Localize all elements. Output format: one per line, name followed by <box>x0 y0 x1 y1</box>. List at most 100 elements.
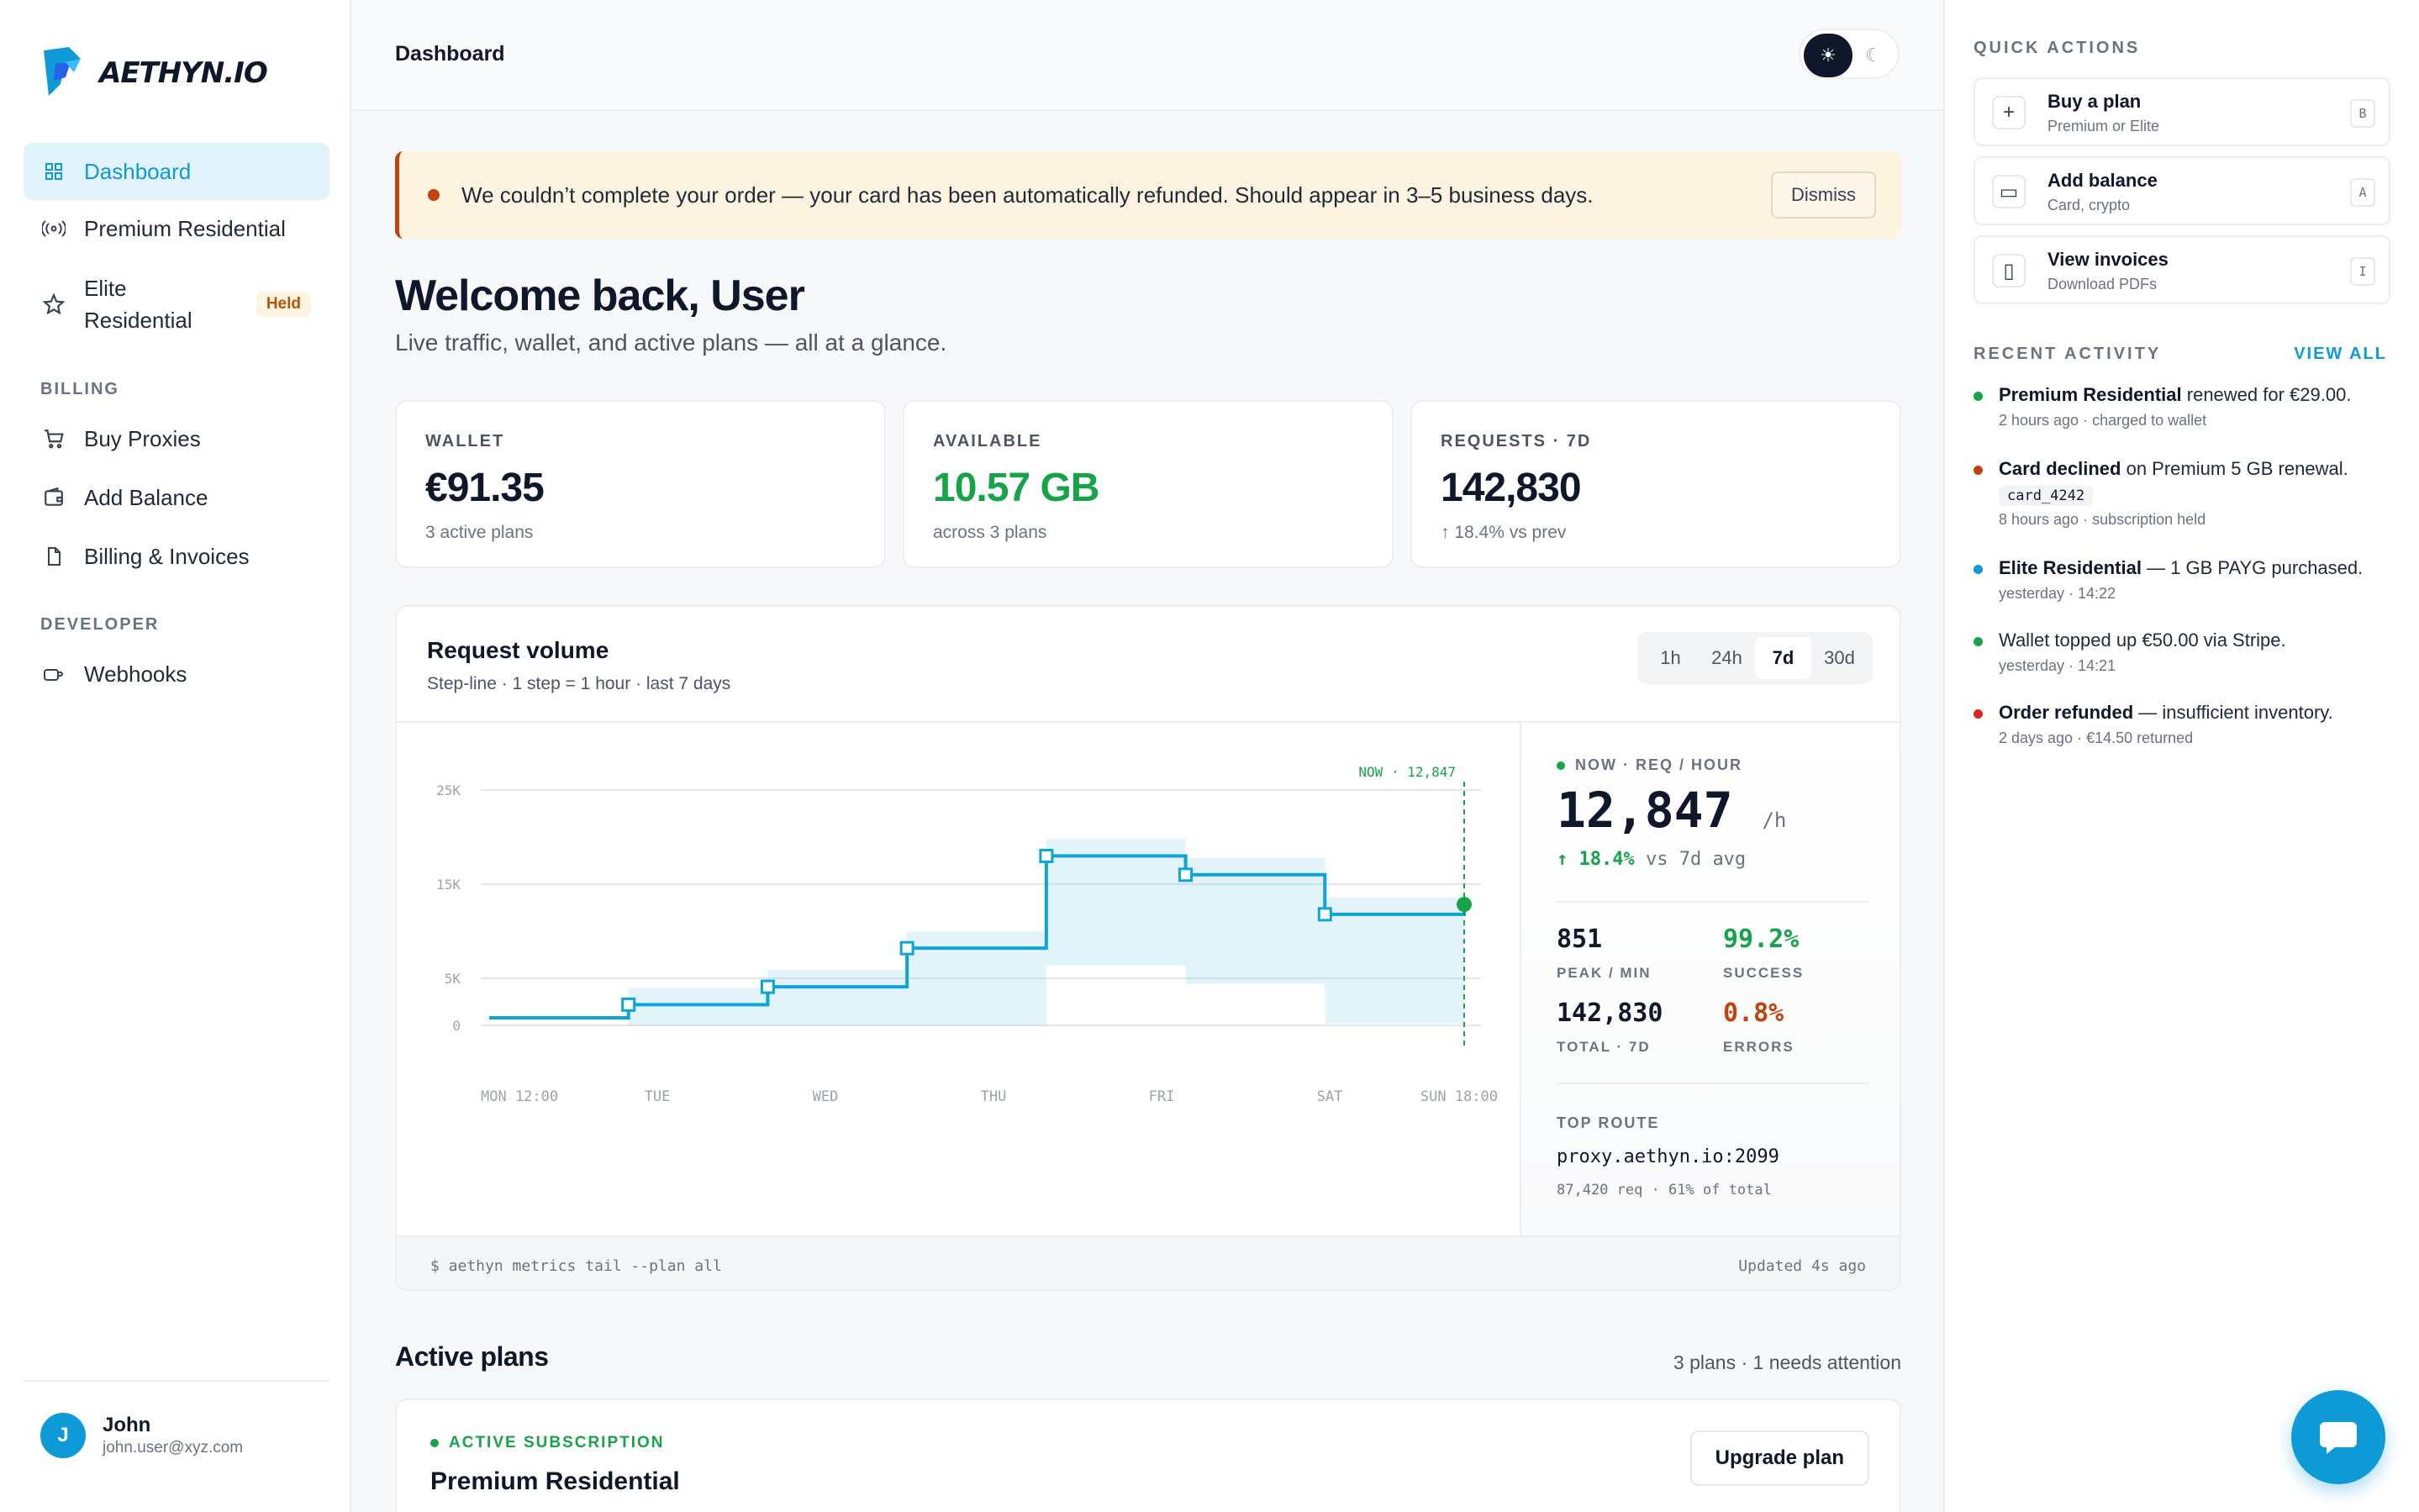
sidebar-item-dashboard[interactable]: Dashboard <box>24 143 329 200</box>
activity-dot <box>1974 637 1983 646</box>
peak-value: 851 <box>1557 925 1603 954</box>
now-marker-label: NOW · 12,847 <box>1358 764 1456 780</box>
now-point <box>1457 897 1472 913</box>
range-tab-24h[interactable]: 24h <box>1699 637 1755 679</box>
quick-action-sub: Premium or Elite <box>2047 118 2160 134</box>
range-band <box>767 970 908 1025</box>
plus-icon: + <box>1992 96 2026 129</box>
brand-logo[interactable]: AETHYN.IO <box>40 44 268 103</box>
activity-detail: — 1 GB PAYG purchased. <box>2141 557 2364 578</box>
theme-toggle[interactable]: ☀ ☾ <box>1799 29 1900 79</box>
active-plans-heading: Active plans <box>395 1341 549 1372</box>
stat-label: AVAILABLE <box>933 432 1042 450</box>
stat-label: REQUESTS · 7D <box>1441 432 1592 450</box>
x-tick-label: WED <box>813 1088 839 1105</box>
activity-detail: on Premium 5 GB renewal. <box>2121 458 2348 479</box>
success-label: SUCCESS <box>1723 965 1805 981</box>
delta-row: ↑ 18.4% vs 7d avg <box>1557 849 1746 870</box>
sidebar-item-label: Add Balance <box>84 484 208 510</box>
quick-action-buy-plan[interactable]: + Buy a plan Premium or Elite B <box>1974 77 2390 146</box>
shortcut-key: A <box>2350 178 2375 207</box>
sidebar-item-label: Webhooks <box>84 661 187 687</box>
sidebar: AETHYN.IO Dashboard Premium Residential … <box>0 0 351 1512</box>
stat-sub: ↑ 18.4% vs prev <box>1441 523 1567 542</box>
quick-actions-heading: QUICK ACTIONS <box>1974 39 2141 57</box>
welcome-heading: Welcome back, User <box>395 271 805 320</box>
stat-value: €91.35 <box>425 466 545 510</box>
activity-meta: yesterday · 14:22 <box>1999 585 2116 602</box>
now-unit: /h <box>1762 809 1787 832</box>
chat-button[interactable] <box>2291 1390 2385 1484</box>
activity-meta: 8 hours ago · subscription held <box>1999 511 2206 528</box>
brand-name: AETHYN.IO <box>99 56 268 90</box>
top-route-label: TOP ROUTE <box>1557 1114 1660 1131</box>
quick-action-add-balance[interactable]: ▭ Add balance Card, crypto A <box>1974 156 2390 225</box>
divider <box>1557 901 1869 903</box>
activity-item: Wallet topped up €50.00 via Stripe. yest… <box>1974 627 2394 675</box>
user-email: john.user@xyz.com <box>103 1439 244 1457</box>
activity-text: Elite Residential — 1 GB PAYG purchased. <box>1999 555 2394 582</box>
sun-icon[interactable]: ☀ <box>1804 34 1852 77</box>
card-chip: card_4242 <box>1999 486 2094 506</box>
alert-dot <box>428 189 440 201</box>
stat-value: 10.57 GB <box>933 466 1099 510</box>
x-tick-label: SUN 18:00 <box>1420 1088 1498 1105</box>
stat-sub: 3 active plans <box>425 523 534 542</box>
sidebar-item-webhooks[interactable]: Webhooks <box>24 645 329 703</box>
file-icon: ▯ <box>1992 254 2026 287</box>
logo-icon <box>44 47 81 96</box>
sidebar-item-add-balance[interactable]: Add Balance <box>24 469 329 526</box>
active-plans-meta: 3 plans · 1 needs attention <box>1673 1351 1901 1373</box>
view-all-link[interactable]: VIEW ALL <box>2294 345 2387 364</box>
now-value: 12,847 <box>1557 782 1733 839</box>
request-volume-card: Request volume Step-line · 1 step = 1 ho… <box>395 605 1901 1291</box>
success-value: 99.2% <box>1723 925 1800 954</box>
activity-item: Elite Residential — 1 GB PAYG purchased.… <box>1974 555 2394 603</box>
live-dot <box>1557 761 1565 770</box>
upgrade-plan-button[interactable]: Upgrade plan <box>1689 1430 1869 1486</box>
peak-label: PEAK / MIN <box>1557 965 1652 981</box>
sidebar-item-label: Elite Residential <box>84 276 192 333</box>
plan-name: Premium Residential <box>430 1467 680 1495</box>
data-point <box>899 940 914 956</box>
nav-section-billing: BILLING <box>40 380 119 398</box>
moon-icon[interactable]: ☾ <box>1849 34 1898 77</box>
quick-action-view-invoices[interactable]: ▯ View invoices Download PDFs I <box>1974 235 2390 304</box>
range-tab-1h[interactable]: 1h <box>1642 637 1699 679</box>
welcome-subtitle: Live traffic, wallet, and active plans —… <box>395 329 947 356</box>
activity-meta: 2 days ago · €14.50 returned <box>1999 730 2194 746</box>
range-tab-7d[interactable]: 7d <box>1755 637 1811 679</box>
range-band <box>907 931 1046 1025</box>
sidebar-item-buy-proxies[interactable]: Buy Proxies <box>24 410 329 467</box>
updated-timestamp: Updated 4s ago <box>1738 1257 1866 1275</box>
range-tab-30d[interactable]: 30d <box>1811 637 1868 679</box>
range-band <box>1325 897 1464 1024</box>
top-route-value: proxy.aethyn.io:2099 <box>1557 1146 1779 1167</box>
nav-section-developer: DEVELOPER <box>40 615 160 634</box>
range-band <box>628 988 768 1025</box>
user-name: John <box>103 1414 151 1436</box>
user-menu[interactable]: J John john.user@xyz.com <box>24 1380 329 1489</box>
stat-value: 142,830 <box>1441 466 1582 510</box>
quick-action-title: Add balance <box>2047 170 2158 191</box>
sidebar-item-premium-residential[interactable]: Premium Residential <box>24 200 329 257</box>
sidebar-item-label: Dashboard <box>84 158 192 184</box>
sidebar-item-label: Premium Residential <box>84 215 286 241</box>
quick-action-sub: Download PDFs <box>2047 276 2158 292</box>
star-icon <box>42 292 66 316</box>
chart-title: Request volume <box>427 637 609 663</box>
activity-chip-row: card_4242 <box>1999 482 2394 508</box>
sidebar-item-elite-residential[interactable]: Elite Residential Held <box>24 267 329 341</box>
data-point <box>1317 907 1332 922</box>
shortcut-key: I <box>2350 257 2375 286</box>
document-icon <box>42 545 66 568</box>
order-error-alert: We couldn’t complete your order — your c… <box>395 151 1901 239</box>
stat-label: WALLET <box>425 432 505 450</box>
quick-action-title: Buy a plan <box>2047 91 2142 112</box>
data-point <box>760 979 775 994</box>
x-tick-label: THU <box>981 1088 1007 1105</box>
sidebar-item-billing-invoices[interactable]: Billing & Invoices <box>24 528 329 585</box>
metrics-command: $ aethyn metrics tail --plan all <box>430 1257 722 1275</box>
dismiss-button[interactable]: Dismiss <box>1771 171 1876 219</box>
activity-dot <box>1974 709 1983 719</box>
